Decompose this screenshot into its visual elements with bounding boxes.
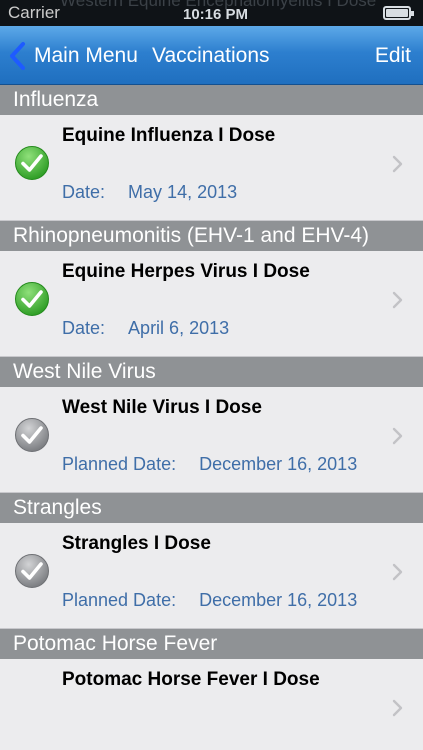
date-label: Date: (62, 182, 106, 202)
section-header-strangles: Strangles (0, 493, 423, 523)
date-label: Planned Date: (62, 454, 177, 474)
vaccination-row[interactable]: Potomac Horse Fever I Dose (0, 659, 423, 750)
vaccination-list: Influenza Equine Influenza I Dose Date: … (0, 85, 423, 750)
row-date: Planned Date: December 16, 2013 (62, 590, 357, 611)
vaccination-row[interactable]: Strangles I Dose Planned Date: December … (0, 523, 423, 629)
completed-check-icon (15, 282, 49, 316)
planned-check-icon (15, 554, 49, 588)
chevron-right-icon (392, 155, 403, 173)
date-value: May 14, 2013 (128, 182, 238, 202)
date-value: April 6, 2013 (128, 318, 230, 338)
section-header-west-nile-virus: West Nile Virus (0, 357, 423, 387)
section-header-influenza: Influenza (0, 85, 423, 115)
row-title: West Nile Virus I Dose (62, 397, 262, 418)
planned-check-icon (15, 418, 49, 452)
row-date: Planned Date: December 16, 2013 (62, 454, 357, 475)
vaccination-row[interactable]: West Nile Virus I Dose Planned Date: Dec… (0, 387, 423, 493)
back-button[interactable]: Main Menu (8, 26, 138, 85)
status-carrier: Carrier (8, 3, 60, 22)
row-title: Potomac Horse Fever I Dose (62, 669, 320, 690)
chevron-left-icon (10, 41, 25, 70)
completed-check-icon (15, 146, 49, 180)
row-title: Equine Influenza I Dose (62, 125, 276, 146)
status-time: 10:16 PM (183, 6, 249, 23)
chevron-right-icon (392, 291, 403, 309)
chevron-right-icon (392, 427, 403, 445)
date-value: December 16, 2013 (199, 454, 358, 474)
edit-button[interactable]: Edit (375, 26, 411, 85)
row-date: Date: April 6, 2013 (62, 318, 229, 339)
row-title: Equine Herpes Virus I Dose (62, 261, 310, 282)
vaccination-row[interactable]: Equine Herpes Virus I Dose Date: April 6… (0, 251, 423, 357)
section-header-rhinopneumonitis: Rhinopneumonitis (EHV-1 and EHV-4) (0, 221, 423, 251)
section-header-potomac-horse-fever: Potomac Horse Fever (0, 629, 423, 659)
page-title: Vaccinations (152, 44, 270, 67)
chevron-right-icon (392, 699, 403, 717)
date-label: Planned Date: (62, 590, 177, 610)
navigation-bar: Main Menu Vaccinations Edit (0, 26, 423, 85)
row-title: Strangles I Dose (62, 533, 211, 554)
vaccination-row[interactable]: Equine Influenza I Dose Date: May 14, 20… (0, 115, 423, 221)
date-value: December 16, 2013 (199, 590, 358, 610)
battery-icon (383, 6, 414, 20)
row-date: Date: May 14, 2013 (62, 182, 237, 203)
back-button-label: Main Menu (34, 43, 138, 67)
status-bar: Carrier Western Equine Encephalomyelitis… (0, 0, 423, 26)
date-label: Date: (62, 318, 106, 338)
chevron-right-icon (392, 563, 403, 581)
